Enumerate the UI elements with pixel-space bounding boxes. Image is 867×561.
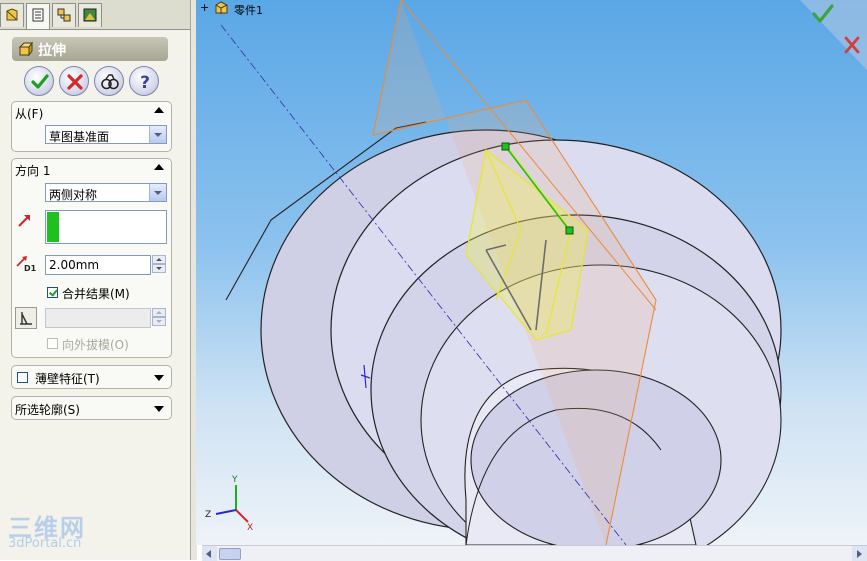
thin-feature-group[interactable]: 薄壁特征(T) xyxy=(11,365,172,389)
tree-expand-icon[interactable]: + xyxy=(200,1,209,14)
direction1-label: 方向 1 xyxy=(15,164,51,178)
draft-angle-spinner xyxy=(152,308,166,328)
spin-down-icon[interactable] xyxy=(152,264,166,273)
depth-input[interactable]: 2.00mm xyxy=(45,255,151,275)
part-label: 零件1 xyxy=(234,4,263,17)
watermark-url: 3dPortal.cn xyxy=(8,536,82,551)
draft-outward-label: 向外拔模(O) xyxy=(62,338,129,352)
spin-up-icon[interactable] xyxy=(152,255,166,264)
sketch-endpoint[interactable] xyxy=(501,142,510,151)
feature-manager-icon xyxy=(6,8,18,21)
help-button[interactable]: ? xyxy=(129,66,159,96)
help-icon: ? xyxy=(140,73,150,92)
svg-text:D1: D1 xyxy=(24,264,37,272)
graphics-viewport[interactable]: Y X Z xyxy=(196,0,867,545)
configuration-manager-icon xyxy=(57,8,71,22)
reverse-direction-arrow-icon[interactable] xyxy=(16,211,34,229)
scroll-thumb[interactable] xyxy=(219,548,241,560)
from-group-label: 从(F) xyxy=(15,107,44,121)
display-manager-icon xyxy=(83,8,97,22)
coordinate-triad-icon: Y X Z xyxy=(205,475,253,533)
manager-tab-strip xyxy=(0,0,190,30)
cancel-button[interactable] xyxy=(59,66,89,96)
detailed-preview-icon xyxy=(101,74,119,90)
expand-arrow-icon[interactable] xyxy=(154,375,164,381)
expand-arrow-icon[interactable] xyxy=(154,406,164,412)
svg-text:X: X xyxy=(247,523,253,533)
ok-check-icon xyxy=(31,74,49,89)
selected-contours-label: 所选轮廓(S) xyxy=(15,403,80,417)
scroll-right-icon[interactable] xyxy=(852,546,867,561)
tab-feature-manager[interactable] xyxy=(0,3,24,27)
draft-toggle-button[interactable] xyxy=(15,307,37,329)
thin-feature-checkbox[interactable] xyxy=(17,372,28,383)
direction1-group: 方向 1 两侧对称 D1 2.00mm 合并结果(M) 向外拔模(O) xyxy=(11,158,172,358)
feature-title-bar: 拉伸 xyxy=(12,37,168,61)
collapse-arrow-icon[interactable] xyxy=(154,164,164,170)
collapse-arrow-icon[interactable] xyxy=(154,107,164,113)
chevron-down-icon[interactable] xyxy=(149,126,166,143)
draft-icon xyxy=(20,312,32,325)
svg-text:Z: Z xyxy=(205,510,211,520)
selected-contours-group[interactable]: 所选轮廓(S) xyxy=(11,396,172,420)
confirmation-corner xyxy=(800,0,867,70)
depth-value: 2.00mm xyxy=(49,258,100,272)
svg-text:?: ? xyxy=(140,73,150,92)
ok-button[interactable] xyxy=(24,66,54,96)
feature-title: 拉伸 xyxy=(38,43,66,59)
merge-result-checkbox[interactable] xyxy=(47,287,58,298)
part-icon xyxy=(215,1,228,14)
spin-down-icon xyxy=(152,317,166,326)
thin-feature-label: 薄壁特征(T) xyxy=(35,372,100,386)
selection-color-swatch xyxy=(47,212,59,242)
property-manager-panel: 拉伸 ? 从(F) 草图基准面 方向 1 两侧对称 D1 2.00mm 合并结果… xyxy=(0,0,191,560)
depth-spinner[interactable] xyxy=(152,255,166,275)
horizontal-scrollbar[interactable] xyxy=(202,545,867,561)
sketch-endpoint[interactable] xyxy=(565,226,574,235)
from-start-select[interactable]: 草图基准面 xyxy=(45,125,167,144)
cancel-x-icon xyxy=(67,74,83,90)
spin-up-icon xyxy=(152,308,166,317)
tab-display-manager[interactable] xyxy=(78,3,102,27)
end-condition-value: 两侧对称 xyxy=(49,188,98,202)
chevron-down-icon[interactable] xyxy=(149,184,166,201)
draft-outward-checkbox xyxy=(47,338,58,349)
scroll-left-icon[interactable] xyxy=(202,546,217,561)
property-manager-icon xyxy=(32,8,44,22)
extrude-icon xyxy=(18,41,33,57)
tab-configuration-manager[interactable] xyxy=(52,3,76,27)
merge-result-label: 合并结果(M) xyxy=(62,287,130,301)
from-start-value: 草图基准面 xyxy=(49,130,110,144)
depth-d1-icon: D1 xyxy=(16,256,37,272)
draft-angle-input xyxy=(45,308,151,328)
detailed-preview-button[interactable] xyxy=(94,66,124,96)
svg-text:Y: Y xyxy=(231,475,238,485)
end-condition-select[interactable]: 两侧对称 xyxy=(45,183,167,202)
from-group: 从(F) 草图基准面 xyxy=(11,101,172,152)
model-canvas[interactable]: Y X Z xyxy=(196,0,867,545)
tab-property-manager[interactable] xyxy=(26,3,50,29)
direction-vector-selection-box[interactable] xyxy=(45,210,167,244)
